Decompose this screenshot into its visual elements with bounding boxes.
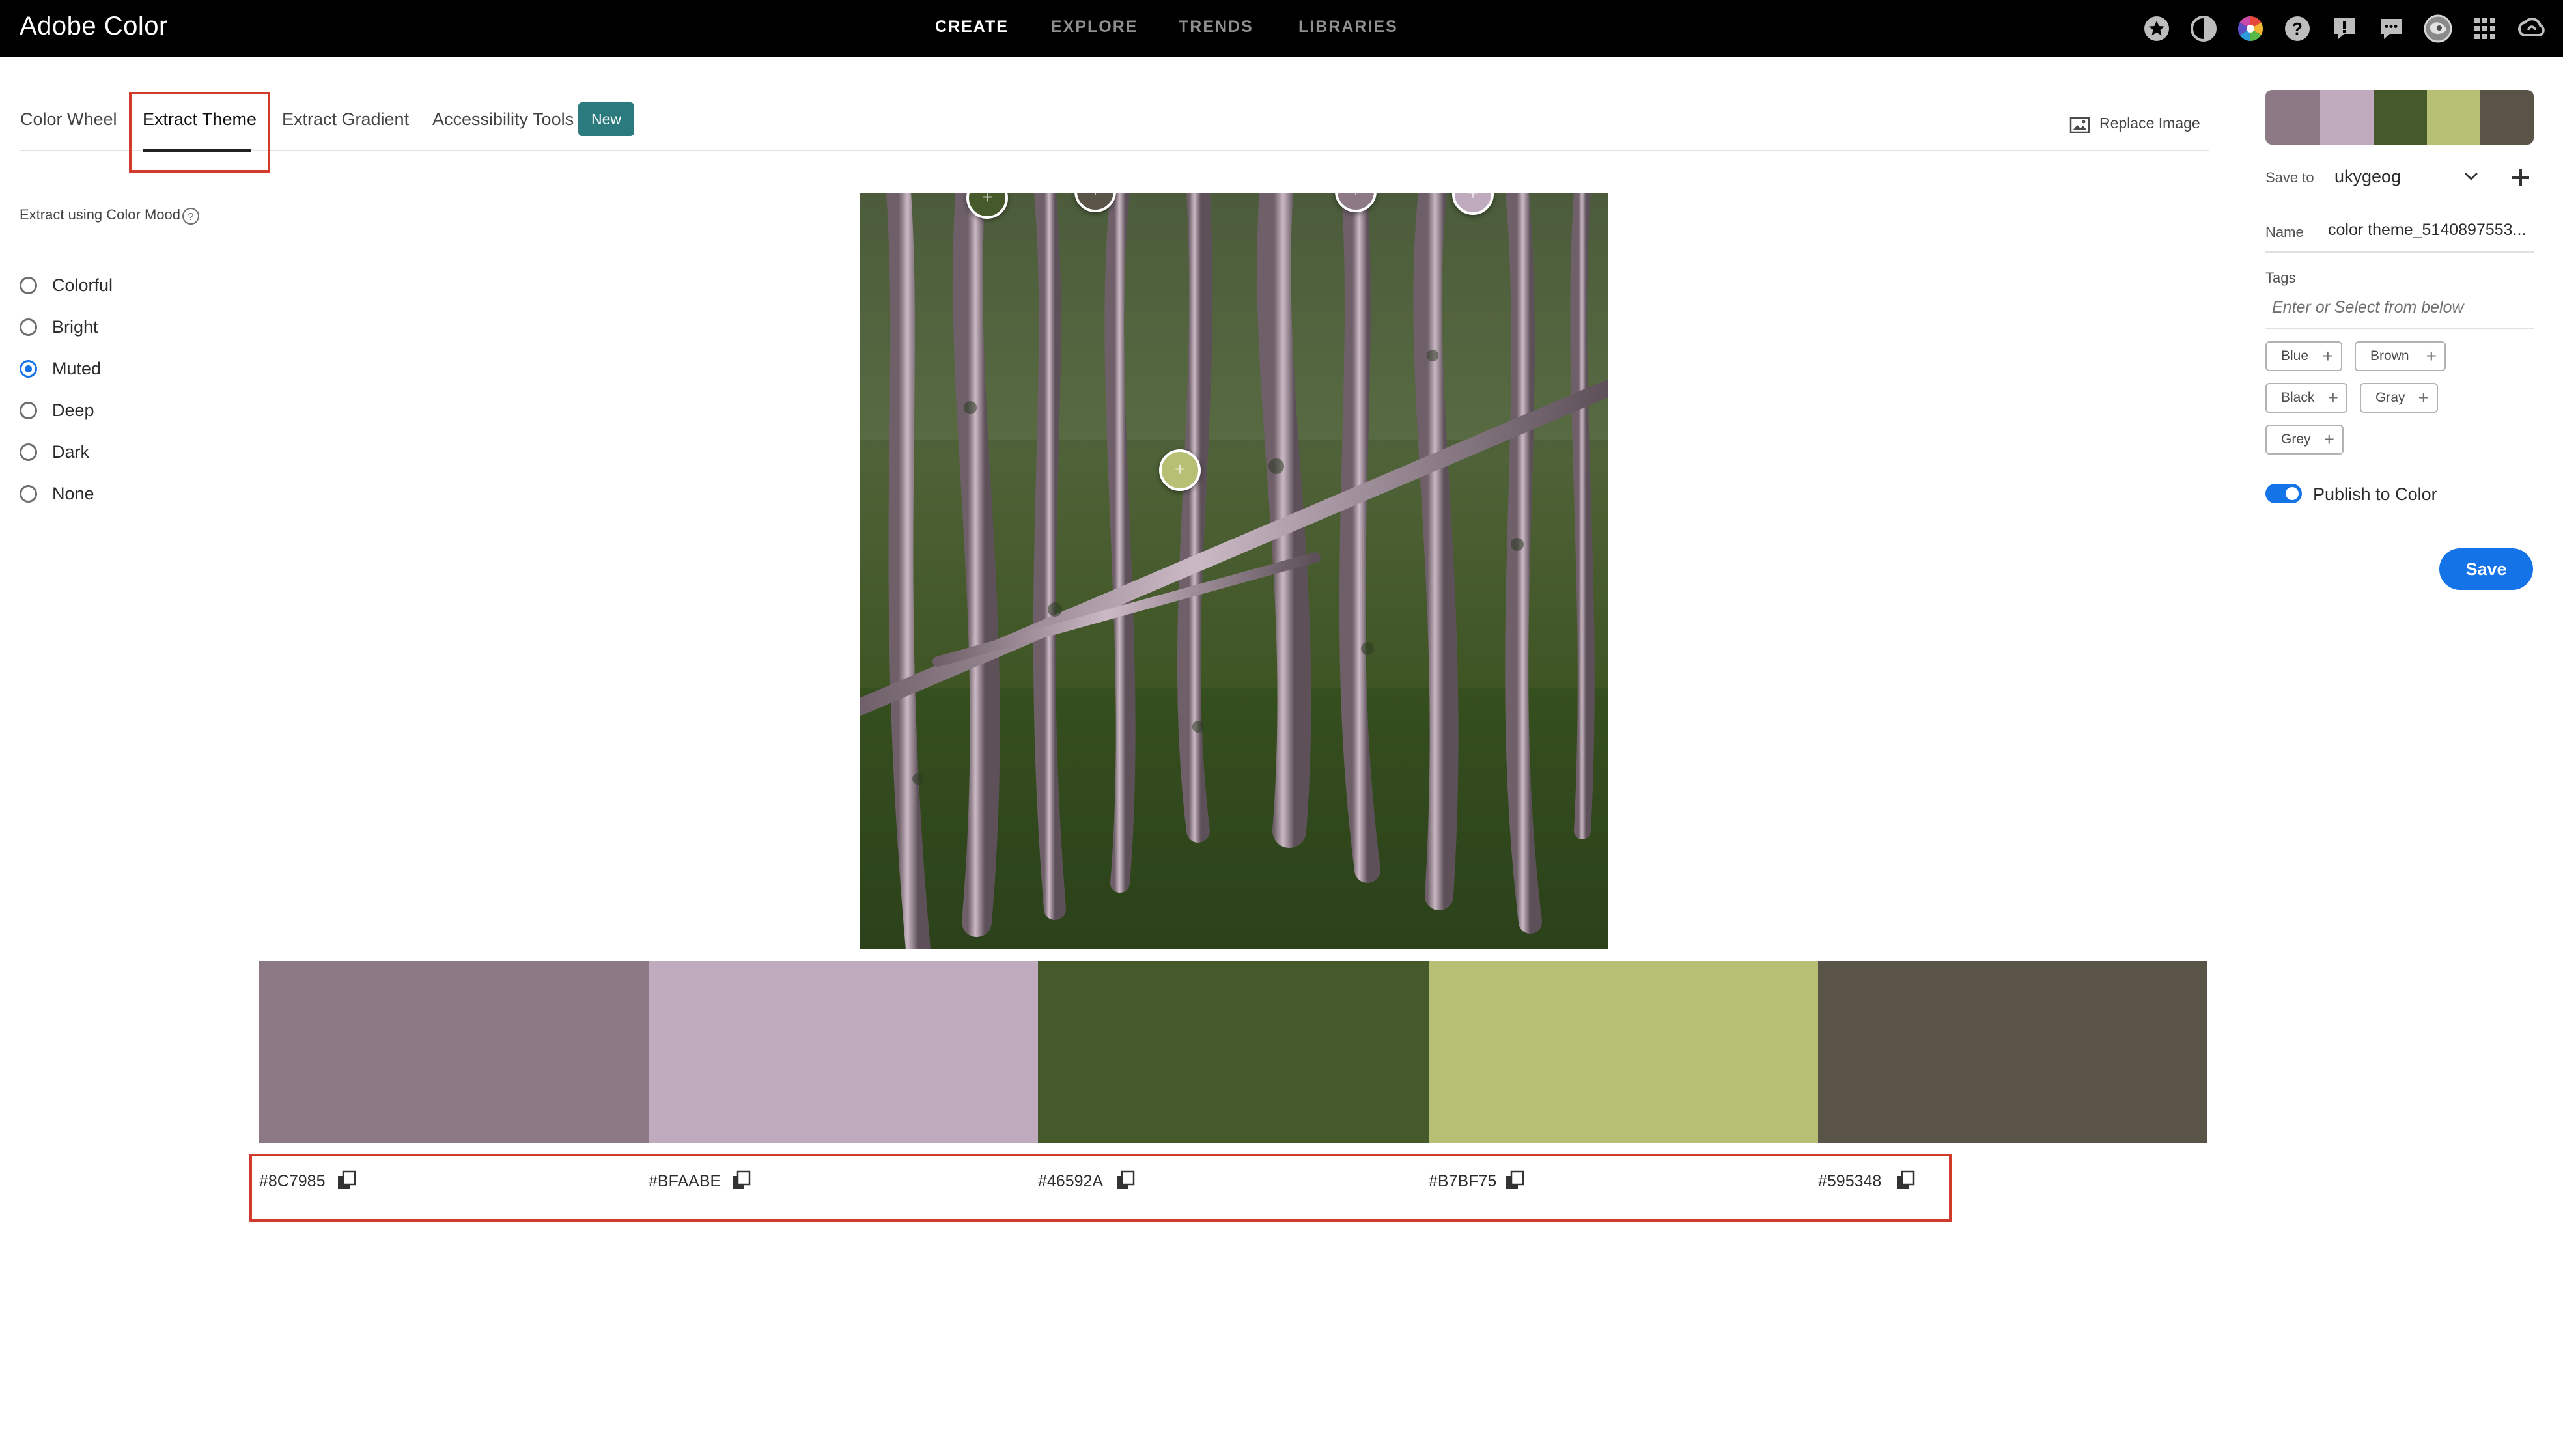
save-button[interactable]: Save bbox=[2439, 548, 2533, 590]
tab-extract-gradient[interactable]: Extract Gradient bbox=[282, 109, 409, 130]
app-title[interactable]: Adobe Color bbox=[20, 12, 168, 41]
color-swatch-1[interactable] bbox=[259, 961, 649, 1143]
hex-code-3[interactable]: #46592A bbox=[1038, 1172, 1103, 1191]
hex-code-2[interactable]: #BFAABE bbox=[649, 1172, 721, 1191]
tags-label: Tags bbox=[2265, 270, 2296, 286]
tag-chip-grey[interactable]: Grey + bbox=[2265, 425, 2344, 455]
mood-option-label: Deep bbox=[52, 400, 94, 420]
color-picker-marker-5[interactable] bbox=[1074, 193, 1116, 212]
mood-option-label: None bbox=[52, 484, 94, 503]
radio-button-selected[interactable] bbox=[20, 360, 37, 378]
name-field[interactable]: color theme_5140897553... bbox=[2328, 221, 2526, 240]
color-swatch-3[interactable] bbox=[1038, 961, 1429, 1143]
mood-option-label: Dark bbox=[52, 442, 90, 462]
mood-option-label: Muted bbox=[52, 359, 102, 378]
color-picker-marker-4[interactable] bbox=[1159, 449, 1201, 491]
help-icon[interactable]: ? bbox=[2283, 14, 2312, 43]
copy-icon[interactable] bbox=[731, 1169, 751, 1192]
publish-toggle[interactable] bbox=[2265, 484, 2302, 503]
moon-icon[interactable] bbox=[2189, 14, 2218, 43]
replace-image-link[interactable]: Replace Image bbox=[2099, 115, 2200, 132]
tag-chip-blue[interactable]: Blue + bbox=[2265, 341, 2342, 371]
tag-label: Blue bbox=[2281, 348, 2309, 363]
help-icon[interactable]: ? bbox=[182, 207, 200, 225]
nav-explore[interactable]: EXPLORE bbox=[1051, 18, 1138, 36]
name-label: Name bbox=[2265, 224, 2304, 240]
mood-title: Extract using Color Mood bbox=[20, 206, 180, 223]
copy-icon[interactable] bbox=[1895, 1169, 1916, 1192]
chevron-down-icon[interactable] bbox=[2461, 167, 2481, 186]
theme-preview-swatch-3 bbox=[2374, 90, 2427, 145]
hex-code-5[interactable]: #595348 bbox=[1818, 1172, 1881, 1191]
tag-chip-gray[interactable]: Gray + bbox=[2360, 383, 2438, 413]
radio-button[interactable] bbox=[20, 443, 37, 461]
svg-text:?: ? bbox=[2292, 19, 2303, 38]
mood-option-label: Colorful bbox=[52, 275, 113, 295]
tags-input-underline bbox=[2265, 328, 2534, 329]
theme-preview-swatch-5 bbox=[2480, 90, 2534, 145]
color-swatch-5[interactable] bbox=[1818, 961, 2207, 1143]
save-to-label: Save to bbox=[2265, 169, 2314, 186]
save-to-dropdown[interactable]: ukygeog bbox=[2334, 167, 2401, 187]
highlight-box-extract-theme bbox=[129, 92, 270, 173]
hex-code-1[interactable]: #8C7985 bbox=[259, 1172, 325, 1191]
tag-label: Gray bbox=[2375, 390, 2405, 405]
theme-preview-swatch-2 bbox=[2320, 90, 2374, 145]
chat-icon[interactable] bbox=[2377, 14, 2405, 43]
tag-chip-black[interactable]: Black + bbox=[2265, 383, 2347, 413]
add-tag-icon[interactable]: + bbox=[2323, 343, 2333, 370]
color-picker-marker-2[interactable] bbox=[1452, 193, 1494, 215]
nav-libraries[interactable]: LIBRARIES bbox=[1298, 18, 1398, 36]
tags-input[interactable] bbox=[2272, 298, 2532, 317]
tabs-divider bbox=[20, 150, 2209, 151]
source-photo[interactable] bbox=[860, 193, 1608, 949]
add-library-icon[interactable] bbox=[2510, 167, 2532, 189]
copy-icon[interactable] bbox=[336, 1169, 357, 1192]
tag-label: Black bbox=[2281, 390, 2315, 405]
tab-color-wheel[interactable]: Color Wheel bbox=[20, 109, 117, 130]
aspen-forest-image bbox=[860, 193, 1608, 949]
tab-accessibility-tools[interactable]: Accessibility Tools bbox=[432, 109, 574, 130]
publish-label: Publish to Color bbox=[2313, 484, 2437, 504]
color-picker-marker-3[interactable] bbox=[966, 193, 1008, 219]
tag-label: Brown bbox=[2370, 348, 2409, 363]
apps-grid-icon[interactable] bbox=[2471, 14, 2499, 43]
add-tag-icon[interactable]: + bbox=[2324, 426, 2334, 453]
copy-icon[interactable] bbox=[1115, 1169, 1136, 1192]
hex-code-4[interactable]: #B7BF75 bbox=[1429, 1172, 1496, 1191]
radio-button[interactable] bbox=[20, 402, 37, 419]
theme-preview-swatch-1 bbox=[2265, 90, 2320, 145]
color-swatch-2[interactable] bbox=[649, 961, 1038, 1143]
radio-button[interactable] bbox=[20, 318, 37, 336]
star-icon[interactable] bbox=[2142, 14, 2171, 43]
nav-trends[interactable]: TRENDS bbox=[1179, 18, 1253, 36]
color-picker-marker-1[interactable] bbox=[1335, 193, 1377, 212]
add-tag-icon[interactable]: + bbox=[2328, 384, 2338, 412]
add-tag-icon[interactable]: + bbox=[2418, 384, 2429, 412]
avatar[interactable] bbox=[2424, 14, 2452, 43]
color-wheel-icon[interactable] bbox=[2236, 14, 2265, 43]
radio-button[interactable] bbox=[20, 485, 37, 503]
add-tag-icon[interactable]: + bbox=[2426, 343, 2437, 370]
image-icon[interactable] bbox=[2069, 117, 2090, 133]
copy-icon[interactable] bbox=[1504, 1169, 1525, 1192]
creative-cloud-icon[interactable] bbox=[2517, 14, 2546, 43]
new-badge: New bbox=[578, 102, 634, 136]
tag-label: Grey bbox=[2281, 432, 2311, 447]
color-swatch-4[interactable] bbox=[1429, 961, 1818, 1143]
radio-button[interactable] bbox=[20, 277, 37, 294]
top-bar: Adobe Color CREATE EXPLORE TRENDS LIBRAR… bbox=[0, 0, 2563, 57]
svg-text:?: ? bbox=[188, 212, 194, 223]
nav-create[interactable]: CREATE bbox=[935, 18, 1009, 36]
tag-chip-brown[interactable]: Brown + bbox=[2355, 341, 2446, 371]
theme-preview-swatch-4 bbox=[2427, 90, 2480, 145]
name-field-underline bbox=[2265, 251, 2534, 253]
feedback-icon[interactable] bbox=[2330, 14, 2359, 43]
mood-option-label: Bright bbox=[52, 317, 98, 337]
